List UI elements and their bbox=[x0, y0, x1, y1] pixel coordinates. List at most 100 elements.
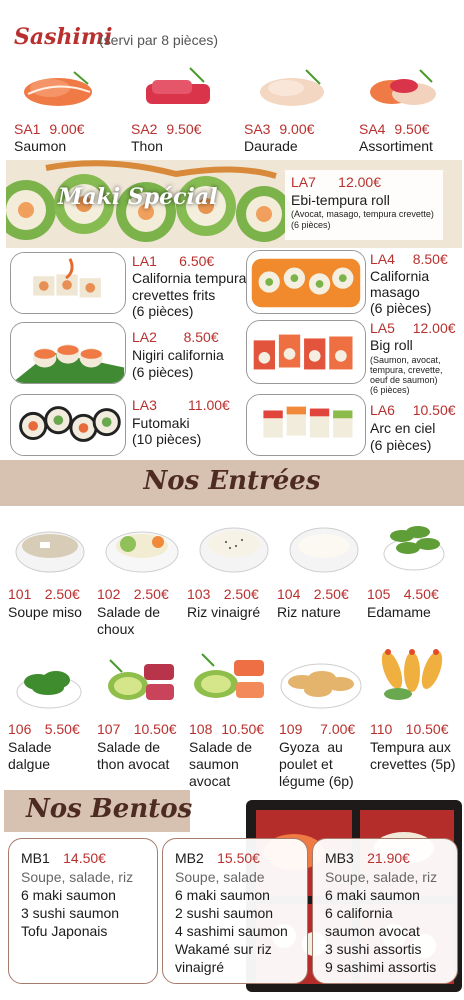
maki-la6-image bbox=[246, 394, 366, 456]
sashimi-sa1-name: Saumon bbox=[14, 138, 67, 154]
maki-la4-qty: (6 pièces) bbox=[370, 300, 432, 316]
sashimi-sa4-name: Assortiment bbox=[359, 138, 433, 154]
entree-106-name-1: Salade bbox=[8, 739, 52, 755]
sashimi-assortiment-image bbox=[370, 69, 436, 105]
entree-110-image bbox=[381, 649, 443, 700]
maki-la5-qty: (6 pièces) bbox=[370, 385, 410, 395]
maki-la3-image bbox=[10, 394, 126, 456]
maki-la7-name: Ebi-tempura roll bbox=[291, 192, 390, 208]
entree-102-name-1: Salade de bbox=[97, 604, 161, 620]
maki-la7-desc: (Avocat, masago, tempura crevette) bbox=[291, 209, 434, 219]
entree-109-name-1: Gyoza au bbox=[279, 739, 343, 755]
bento-mb1-sub: Soupe, salade, riz bbox=[21, 869, 134, 885]
entree-110-name-2: crevettes (5p) bbox=[370, 756, 456, 772]
maki-la2-qty: (6 pièces) bbox=[132, 364, 194, 380]
entree-103-price: 103 2.50€ bbox=[187, 586, 259, 602]
sashimi-daurade-image bbox=[260, 69, 324, 106]
entree-105-image bbox=[383, 526, 445, 571]
bento-mb2-sub: Soupe, salade bbox=[175, 869, 265, 885]
maki-la4-price: LA4 8.50€ bbox=[370, 251, 448, 267]
bento-mb3-line-5: 9 sashimi assortis bbox=[325, 959, 437, 975]
entree-107-image bbox=[100, 648, 182, 716]
entree-105-price: 105 4.50€ bbox=[367, 586, 439, 602]
bento-mb3-line-1: 6 maki saumon bbox=[325, 887, 420, 903]
maki-la3-qty: (10 pièces) bbox=[132, 431, 202, 447]
entree-109-image bbox=[280, 663, 362, 709]
bento-mb1-card: MB1 14.50€ Soupe, salade, riz 6 maki sau… bbox=[8, 838, 158, 984]
bento-mb2-line-5: vinaigré bbox=[175, 959, 225, 975]
maki-la6-price: LA6 10.50€ bbox=[370, 402, 456, 418]
bento-mb2-line-2: 2 sushi saumon bbox=[175, 905, 274, 921]
entree-110-name-1: Tempura aux bbox=[370, 739, 451, 755]
maki-la5-name: Big roll bbox=[370, 337, 413, 353]
entree-102-price: 102 2.50€ bbox=[97, 586, 169, 602]
entree-102-name-2: choux bbox=[97, 621, 135, 637]
sashimi-sa3-price: SA3 9.00€ bbox=[244, 121, 315, 137]
entrees-title: Nos Entrées bbox=[143, 466, 321, 496]
entree-108-name-1: Salade de bbox=[189, 739, 253, 755]
maki-la1-qty: (6 pièces) bbox=[132, 303, 194, 319]
bento-mb3-line-2: 6 california bbox=[325, 905, 393, 921]
entree-101-price: 101 2.50€ bbox=[8, 586, 80, 602]
bento-mb1-line-3: Tofu Japonais bbox=[21, 923, 108, 939]
sashimi-thon-image bbox=[146, 67, 210, 104]
entree-107-price: 107 10.50€ bbox=[97, 721, 177, 737]
entree-101-name: Soupe miso bbox=[8, 604, 82, 620]
bento-mb1-price: MB1 14.50€ bbox=[21, 850, 106, 866]
entree-103-image bbox=[199, 527, 269, 573]
entree-110-price: 110 10.50€ bbox=[370, 721, 449, 737]
entree-104-name: Riz nature bbox=[277, 604, 341, 620]
sashimi-title: Sashimi bbox=[14, 24, 113, 50]
maki-la6-qty: (6 pièces) bbox=[370, 437, 432, 453]
entree-107-name-2: thon avocat bbox=[97, 756, 170, 772]
entree-105-name: Edamame bbox=[367, 604, 431, 620]
bento-mb2-line-1: 6 maki saumon bbox=[175, 887, 270, 903]
bento-mb1-line-1: 6 maki saumon bbox=[21, 887, 116, 903]
entree-107-name-1: Salade de bbox=[97, 739, 161, 755]
bento-mb3-line-4: 3 sushi assortis bbox=[325, 941, 422, 957]
maki-la5-price: LA5 12.00€ bbox=[370, 320, 456, 336]
entree-104-image bbox=[289, 527, 359, 573]
entree-103-name: Riz vinaigré bbox=[187, 604, 261, 620]
entree-108-name-3: avocat bbox=[189, 773, 231, 789]
maki-la2-price: LA2 8.50€ bbox=[132, 329, 219, 345]
sashimi-sa3-name: Daurade bbox=[244, 138, 298, 154]
bentos-title: Nos Bentos bbox=[26, 794, 193, 824]
maki-la4-name-1: California bbox=[370, 268, 430, 284]
sashimi-sa2-name: Thon bbox=[131, 138, 163, 154]
bento-mb2-card: MB2 15.50€ Soupe, salade 6 maki saumon 2… bbox=[162, 838, 308, 984]
entree-109-name-3: légume (6p) bbox=[279, 773, 354, 789]
bento-mb3-line-3: saumon avocat bbox=[325, 923, 420, 939]
maki-la6-name: Arc en ciel bbox=[370, 420, 436, 436]
maki-la3-name: Futomaki bbox=[132, 415, 190, 431]
maki-special-title: Maki Spécial bbox=[58, 184, 218, 210]
entree-106-name-2: dalgue bbox=[8, 756, 51, 772]
sashimi-subtitle: (servi par 8 pièces) bbox=[99, 32, 219, 48]
entree-109-price: 109 7.00€ bbox=[279, 721, 356, 737]
bento-mb3-sub: Soupe, salade, riz bbox=[325, 869, 438, 885]
sashimi-saumon-image bbox=[24, 71, 92, 106]
maki-la7-card: LA7 12.00€ Ebi-tempura roll (Avocat, mas… bbox=[285, 170, 443, 240]
maki-la4-name-2: masago bbox=[370, 284, 420, 300]
bento-mb2-price: MB2 15.50€ bbox=[175, 850, 260, 866]
bento-mb3-card: MB3 21.90€ Soupe, salade, riz 6 maki sau… bbox=[312, 838, 458, 984]
maki-la2-image bbox=[10, 322, 126, 384]
entree-106-price: 106 5.50€ bbox=[8, 721, 80, 737]
bento-mb1-line-2: 3 sushi saumon bbox=[21, 905, 120, 921]
maki-la1-price: LA1 6.50€ bbox=[132, 253, 215, 269]
entree-104-price: 104 2.50€ bbox=[277, 586, 349, 602]
maki-la1-name-1: California tempura bbox=[132, 270, 247, 286]
entree-106-image bbox=[16, 671, 82, 709]
maki-la7-price: LA7 12.00€ bbox=[291, 174, 381, 190]
entree-108-image bbox=[188, 644, 274, 716]
entree-108-name-2: saumon bbox=[189, 756, 239, 772]
maki-la1-image bbox=[10, 252, 126, 314]
maki-la3-price: LA3 11.00€ bbox=[132, 397, 230, 413]
bento-mb3-price: MB3 21.90€ bbox=[325, 850, 410, 866]
sashimi-sa1-price: SA1 9.00€ bbox=[14, 121, 85, 137]
entree-102-image bbox=[105, 531, 179, 573]
maki-la4-image bbox=[246, 250, 366, 314]
maki-la7-qty: (6 pièces) bbox=[291, 220, 331, 230]
sashimi-sa4-price: SA4 9.50€ bbox=[359, 121, 430, 137]
bento-mb2-line-4: Wakamé sur riz bbox=[175, 941, 272, 957]
